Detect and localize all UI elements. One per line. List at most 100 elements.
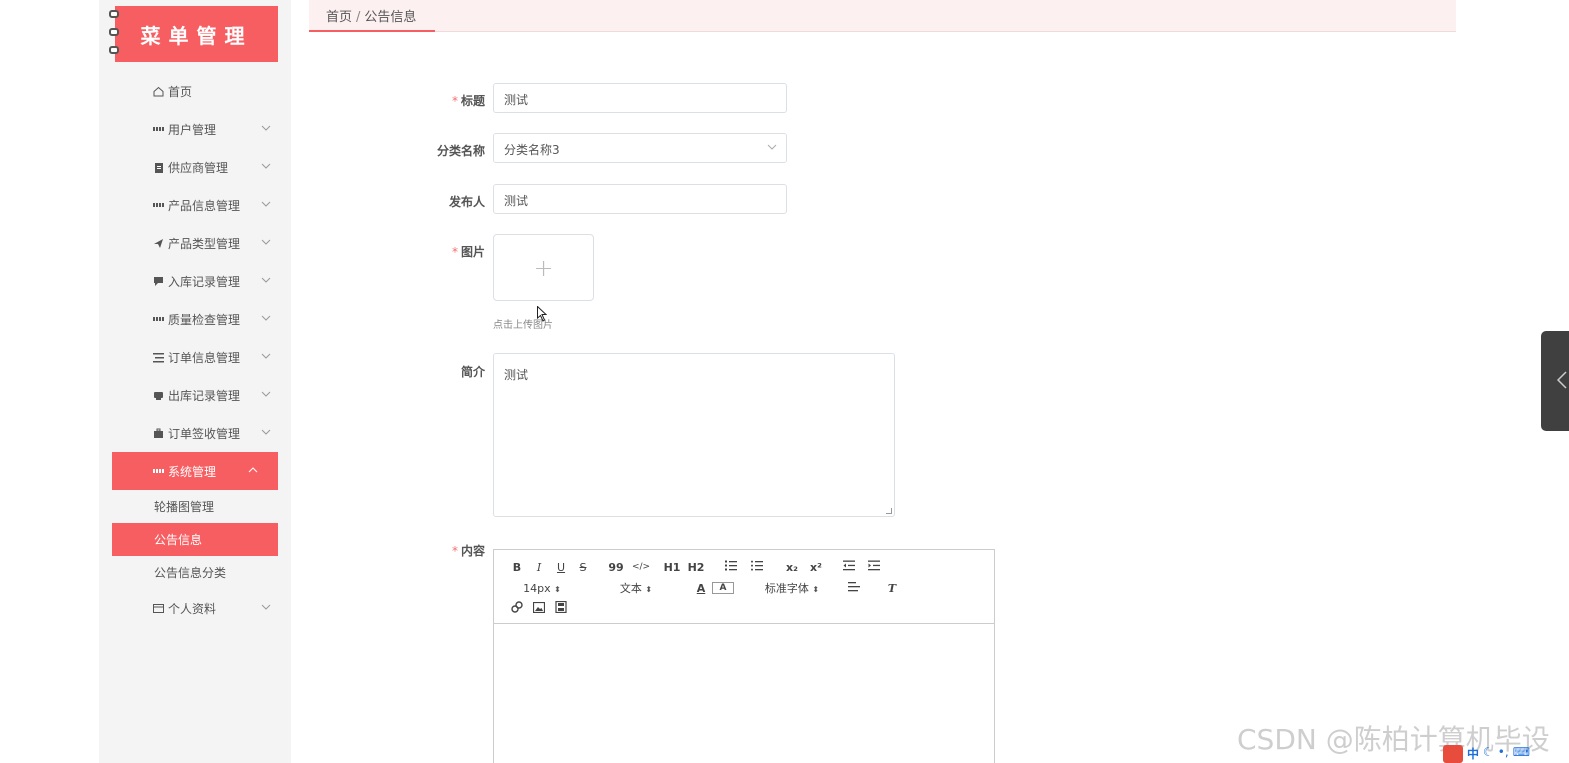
sort-arrows-icon: ⬍ (645, 585, 653, 594)
chevron-left-icon (1556, 371, 1567, 394)
font-family-select[interactable]: 标准字体 ⬍ (752, 580, 832, 596)
sidebar-item-label: 入库记录管理 (168, 274, 241, 289)
code-button[interactable]: </> (630, 562, 652, 572)
sidebar-item-product-type[interactable]: 产品类型管理 (99, 224, 291, 262)
required-mark: * (451, 245, 458, 259)
sidebar-item-profile[interactable]: 个人资料 (99, 589, 291, 627)
list-icon (153, 352, 164, 363)
video-icon[interactable] (550, 600, 572, 616)
sidebar-subitem-notice-category[interactable]: 公告信息分类 (99, 556, 291, 589)
home-icon (153, 86, 164, 97)
bullet-list-icon[interactable] (744, 560, 770, 574)
breadcrumb-bar: 首页 / 公告信息 (309, 0, 1456, 32)
sidebar-item-label: 订单签收管理 (168, 426, 241, 441)
chevron-down-icon (261, 275, 271, 285)
italic-button[interactable]: I (528, 561, 550, 574)
sidebar-item-outbound[interactable]: 出库记录管理 (99, 376, 291, 414)
sidebar-item-inbound[interactable]: 入库记录管理 (99, 262, 291, 300)
sogou-logo-icon (1443, 745, 1463, 763)
chevron-down-icon (261, 313, 271, 323)
settings-drawer-tab[interactable] (1541, 331, 1569, 431)
sidebar-item-label: 产品类型管理 (168, 236, 241, 251)
chevron-down-icon (261, 123, 271, 133)
chevron-down-icon (261, 161, 271, 171)
editor-content-area[interactable] (494, 624, 994, 763)
bold-button[interactable]: B (506, 561, 528, 574)
h1-button[interactable]: H1 (660, 561, 684, 574)
image-label: * 图片 (451, 245, 485, 259)
editor-toolbar: B I U S 99 </> H1 H2 x₂ x² 14px ⬍ 文本 ⬍ A… (494, 550, 994, 624)
superscript-button[interactable]: x² (804, 561, 828, 574)
category-select[interactable]: 分类名称3 (493, 133, 787, 163)
sidebar-subitem-label: 轮播图管理 (154, 500, 215, 514)
breadcrumb-home[interactable]: 首页 (326, 10, 352, 25)
category-label: 分类名称 (436, 144, 485, 158)
card-icon (153, 603, 164, 614)
sidebar-item-system[interactable]: 系统管理 (112, 452, 278, 490)
mouse-cursor-icon (537, 306, 547, 322)
align-icon[interactable] (842, 581, 866, 595)
chevron-down-icon (261, 199, 271, 209)
h2-button[interactable]: H2 (684, 561, 708, 574)
chat-icon (153, 276, 164, 287)
summary-label: 简介 (460, 365, 485, 379)
breadcrumb-separator: / (356, 10, 361, 25)
grid-icon (153, 314, 164, 325)
sidebar-subitem-carousel[interactable]: 轮播图管理 (99, 490, 291, 523)
indent-icon[interactable] (862, 560, 886, 574)
ime-tray: 中 ☾ •, ⌨ (1443, 745, 1530, 763)
binder-rings (109, 10, 119, 54)
ime-language[interactable]: 中 (1467, 745, 1479, 763)
resize-handle-icon[interactable] (886, 508, 892, 514)
outdent-icon[interactable] (836, 560, 862, 574)
required-mark: * (451, 94, 458, 108)
clear-format-icon[interactable]: T (880, 582, 904, 595)
sidebar: 菜单管理 首页 用户管理 供应商管理 产品信息管理 产品类型管理 入库记录管理 … (99, 0, 291, 763)
title-label: * 标题 (451, 94, 485, 108)
sidebar-item-suppliers[interactable]: 供应商管理 (99, 148, 291, 186)
strike-button[interactable]: S (572, 561, 594, 574)
background-color-icon[interactable]: A (712, 582, 734, 594)
sidebar-item-users[interactable]: 用户管理 (99, 110, 291, 148)
sidebar-item-label: 系统管理 (168, 464, 217, 479)
sidebar-menu: 首页 用户管理 供应商管理 产品信息管理 产品类型管理 入库记录管理 质量检查管… (99, 72, 291, 627)
image-upload[interactable]: + (493, 234, 594, 301)
sidebar-subitem-notice[interactable]: 公告信息 (112, 523, 278, 556)
summary-textarea[interactable]: 测试 (493, 353, 895, 517)
sidebar-item-quality[interactable]: 质量检查管理 (99, 300, 291, 338)
active-tab-indicator (309, 30, 435, 32)
chevron-down-icon (261, 351, 271, 361)
menu-logo: 菜单管理 (109, 6, 278, 62)
rich-text-editor: B I U S 99 </> H1 H2 x₂ x² 14px ⬍ 文本 ⬍ A… (493, 549, 995, 763)
text-style-select[interactable]: 文本 ⬍ (600, 580, 672, 596)
blockquote-button[interactable]: 99 (602, 561, 630, 574)
plus-icon: + (533, 253, 554, 282)
ordered-list-icon[interactable] (718, 560, 744, 574)
sidebar-item-home[interactable]: 首页 (99, 72, 291, 110)
sidebar-item-label: 首页 (168, 84, 193, 99)
send-icon (153, 238, 164, 249)
underline-button[interactable]: U (550, 561, 572, 574)
chevron-down-icon (261, 602, 271, 612)
required-mark: * (451, 544, 458, 558)
moon-icon: ☾ (1483, 745, 1494, 759)
keyboard-icon: ⌨ (1512, 745, 1531, 759)
sidebar-item-orders[interactable]: 订单信息管理 (99, 338, 291, 376)
grid-icon (153, 200, 164, 211)
title-input[interactable]: 测试 (493, 83, 787, 113)
grid-icon (153, 124, 164, 135)
subscript-button[interactable]: x₂ (780, 561, 804, 574)
font-color-icon[interactable]: A (690, 582, 712, 595)
sidebar-item-order-receipt[interactable]: 订单签收管理 (99, 414, 291, 452)
chevron-up-icon (248, 465, 258, 475)
link-icon[interactable] (506, 601, 528, 616)
toolbar-row-3 (506, 600, 572, 616)
sidebar-item-product-info[interactable]: 产品信息管理 (99, 186, 291, 224)
publisher-input[interactable]: 测试 (493, 184, 787, 214)
font-size-select[interactable]: 14px ⬍ (506, 582, 578, 595)
printer-icon (153, 390, 164, 401)
sidebar-item-label: 订单信息管理 (168, 350, 241, 365)
content-label: * 内容 (451, 544, 485, 558)
image-icon[interactable] (528, 601, 550, 616)
sidebar-item-label: 个人资料 (168, 601, 217, 616)
